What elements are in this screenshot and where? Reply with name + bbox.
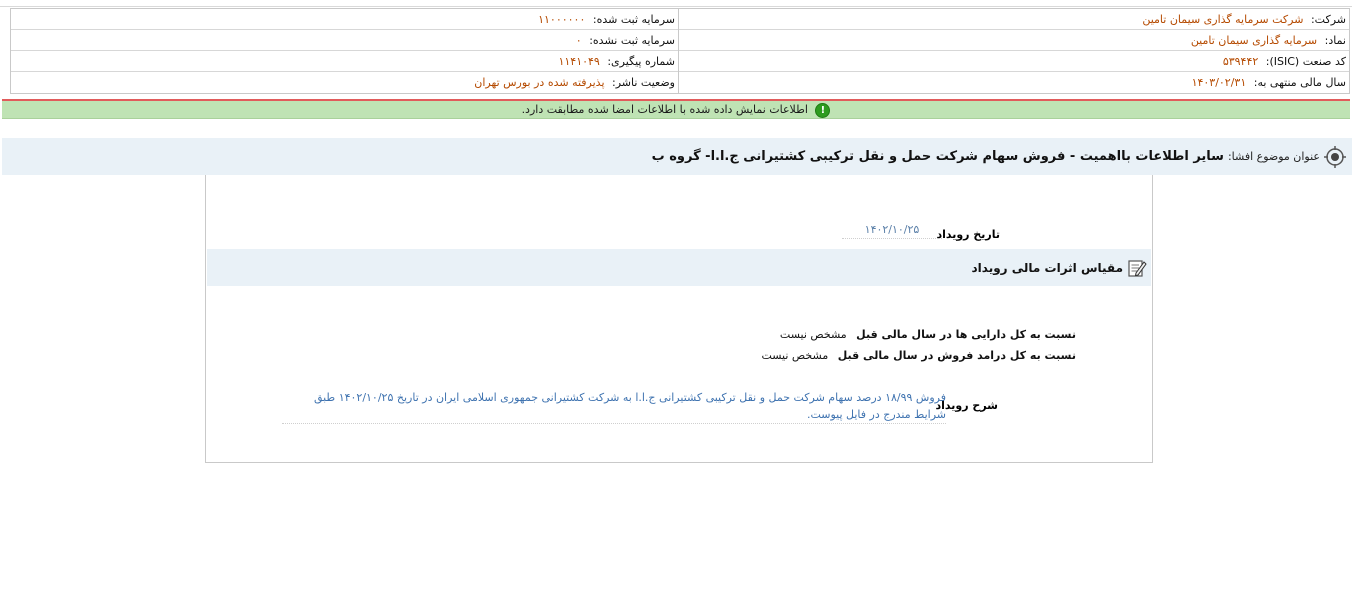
registered-capital-row: سرمایه ثبت شده: ۱۱۰۰۰۰۰۰ [11, 9, 678, 30]
event-details-panel: تاریخ رویداد ۱۴۰۲/۱۰/۲۵ مقیاس اثرات مالی… [205, 175, 1153, 463]
symbol-value: سرمایه گذاری سیمان تامین [1190, 34, 1318, 47]
info-column-right: شرکت: شرکت سرمایه گذاری سیمان تامین نماد… [678, 9, 1349, 93]
target-icon [1324, 145, 1346, 168]
registered-capital-label: سرمایه ثبت شده: [592, 13, 675, 26]
event-description-value: فروش ۱۸/۹۹ درصد سهام شرکت حمل و نقل ترکی… [282, 389, 946, 424]
isic-label: کد صنعت (ISIC): [1265, 55, 1346, 68]
info-icon: ! [815, 102, 831, 118]
company-info-table: شرکت: شرکت سرمایه گذاری سیمان تامین نماد… [10, 8, 1350, 94]
unregistered-capital-label: سرمایه ثبت نشده: [589, 34, 675, 47]
publisher-status-row: وضعیت ناشر: پذیرفته شده در بورس تهران [11, 72, 678, 93]
symbol-row: نماد: سرمایه گذاری سیمان تامین [679, 30, 1349, 51]
publisher-status-label: وضعیت ناشر: [612, 76, 675, 89]
ratio-revenue-row: نسبت به کل درامد فروش در سال مالی قبل مش… [761, 349, 1076, 362]
ratio-assets-row: نسبت به کل دارایی ها در سال مالی قبل مشخ… [780, 328, 1076, 341]
ratio-assets-value: مشخص نیست [779, 328, 847, 341]
edit-note-icon [1128, 259, 1147, 277]
event-date-value: ۱۴۰۲/۱۰/۲۵ [842, 223, 942, 239]
disclosure-title-bar: عنوان موضوع افشا: سایر اطلاعات بااهمیت -… [2, 138, 1352, 175]
fiscal-year-value: ۱۴۰۳/۰۲/۳۱ [1191, 76, 1247, 89]
registered-capital-value: ۱۱۰۰۰۰۰۰ [538, 13, 586, 26]
ratio-revenue-value: مشخص نیست [761, 349, 829, 362]
top-divider [0, 6, 1352, 7]
fiscal-year-row: سال مالی منتهی به: ۱۴۰۳/۰۲/۳۱ [679, 72, 1349, 93]
symbol-label: نماد: [1324, 34, 1346, 47]
ratio-assets-label: نسبت به کل دارایی ها در سال مالی قبل [856, 328, 1076, 341]
isic-row: کد صنعت (ISIC): ۵۳۹۴۴۲ [679, 51, 1349, 72]
tracking-number-label: شماره پیگیری: [607, 55, 675, 68]
info-column-left: سرمایه ثبت شده: ۱۱۰۰۰۰۰۰ سرمایه ثبت نشده… [11, 9, 678, 93]
tracking-number-value: ۱۱۴۱۰۴۹ [558, 55, 600, 68]
financial-effects-section-header: مقیاس اثرات مالی رویداد [207, 249, 1151, 286]
tracking-number-row: شماره پیگیری: ۱۱۴۱۰۴۹ [11, 51, 678, 72]
verification-message-text: اطلاعات نمایش داده شده با اطلاعات امضا ش… [521, 103, 808, 116]
verification-message-bar: ! اطلاعات نمایش داده شده با اطلاعات امضا… [2, 101, 1350, 119]
company-label: شرکت: [1310, 13, 1346, 26]
unregistered-capital-value: ۰ [575, 34, 582, 47]
company-row: شرکت: شرکت سرمایه گذاری سیمان تامین [679, 9, 1349, 30]
fiscal-year-label: سال مالی منتهی به: [1253, 76, 1346, 89]
disclosure-title: سایر اطلاعات بااهمیت - فروش سهام شرکت حم… [651, 149, 1224, 164]
disclosure-title-label: عنوان موضوع افشا: [1227, 150, 1320, 163]
publisher-status-value: پذیرفته شده در بورس تهران [474, 76, 605, 89]
company-value: شرکت سرمایه گذاری سیمان تامین [1142, 13, 1304, 26]
ratio-revenue-label: نسبت به کل درامد فروش در سال مالی قبل [837, 349, 1076, 362]
isic-value: ۵۳۹۴۴۲ [1222, 55, 1259, 68]
event-date-label: تاریخ رویداد [936, 228, 1000, 241]
financial-effects-title: مقیاس اثرات مالی رویداد [971, 260, 1123, 275]
unregistered-capital-row: سرمایه ثبت نشده: ۰ [11, 30, 678, 51]
